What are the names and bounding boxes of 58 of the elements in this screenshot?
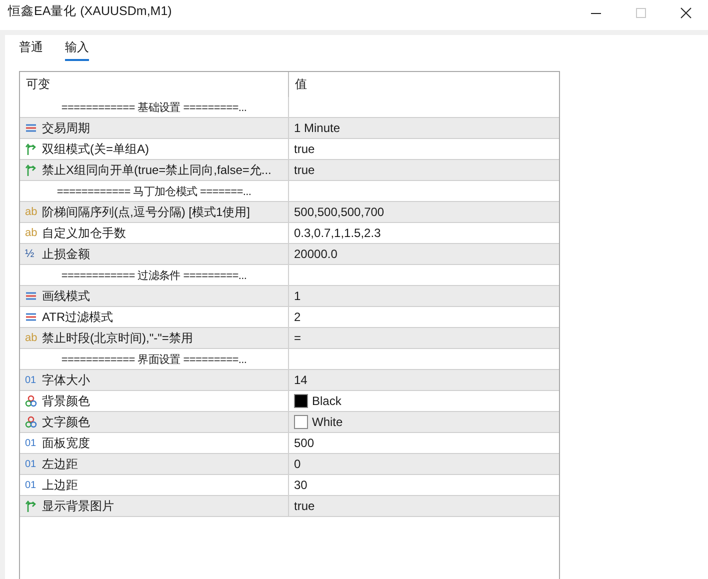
type-icon: ab	[25, 206, 37, 218]
section-header: ============ 过滤条件 =========...	[61, 268, 247, 282]
branch-arrow-icon	[25, 164, 37, 176]
parameter-name: 自定义加仓手数	[42, 224, 126, 242]
parameter-value[interactable]: Black	[312, 394, 342, 408]
type-icon: 01	[25, 374, 37, 386]
window-title: 恒鑫EA量化 (XAUUSDm,M1)	[8, 3, 172, 20]
parameter-value[interactable]: 0	[294, 457, 301, 471]
parameter-value[interactable]: true	[294, 142, 315, 156]
parameter-name: 左边距	[42, 456, 78, 472]
parameter-name: 阶梯间隔序列(点,逗号分隔) [模式1使用]	[42, 204, 250, 220]
type-icon: 01	[25, 480, 37, 490]
parameter-name: 双组模式(关=单组A)	[42, 140, 150, 158]
parameter-name: 字体大小	[42, 372, 90, 388]
parameter-name: 背景颜色	[42, 392, 90, 410]
color-circles-icon	[25, 416, 37, 428]
parameter-name: 文字颜色	[42, 414, 90, 430]
parameter-name: 禁止X组同向开单(true=禁止同向,false=允...	[42, 162, 272, 178]
type-icon: ½	[25, 248, 37, 260]
parameter-value[interactable]: true	[294, 499, 315, 513]
parameter-value[interactable]: =	[294, 331, 302, 345]
type-icon: ab	[25, 227, 37, 239]
parameter-value[interactable]: true	[294, 163, 315, 177]
parameter-name: 面板宽度	[42, 434, 90, 452]
type-icon: ab	[25, 332, 37, 344]
parameter-value[interactable]: 0.3,0.7,1,1.5,2.3	[294, 226, 381, 240]
parameter-value[interactable]: 500,500,500,700	[294, 205, 384, 219]
parameter-value[interactable]: 2	[294, 310, 301, 324]
parameter-value[interactable]: 20000.0	[294, 247, 338, 261]
parameter-name: 上边距	[42, 476, 78, 494]
parameter-value[interactable]: 14	[294, 373, 308, 387]
section-header: ============ 基础设置 =========...	[61, 100, 247, 114]
parameter-value[interactable]: 1	[294, 289, 301, 303]
parameter-name: 交易周期	[42, 120, 90, 136]
parameter-value[interactable]: White	[312, 415, 343, 429]
parameter-name: 止损金额	[42, 246, 90, 262]
parameter-value[interactable]: 500	[294, 436, 314, 450]
column-header[interactable]: 值	[289, 72, 559, 97]
close-icon[interactable]	[680, 7, 692, 19]
column-header[interactable]: 可变	[20, 72, 289, 97]
branch-arrow-icon	[25, 143, 37, 155]
parameter-value[interactable]: 30	[294, 478, 308, 492]
tab[interactable]: 普通	[19, 39, 43, 61]
color-circles-icon	[25, 395, 37, 407]
parameter-name: 显示背景图片	[42, 498, 114, 514]
parameter-name: ATR过滤模式	[42, 308, 114, 326]
type-icon: 01	[25, 438, 37, 448]
list-icon	[25, 290, 37, 302]
section-header: ============ 界面设置 =========...	[61, 352, 247, 366]
list-icon	[25, 311, 37, 323]
type-icon: 01	[25, 458, 37, 470]
list-icon	[25, 122, 37, 134]
branch-arrow-icon	[25, 500, 37, 512]
section-header: ============ 马丁加仓模式 =======...	[56, 184, 252, 198]
parameter-value[interactable]: 1 Minute	[294, 121, 340, 135]
parameter-name: 画线模式	[42, 288, 90, 304]
parameter-name: 禁止时段(北京时间),"-"=禁用	[42, 330, 193, 346]
tab[interactable]: 输入	[65, 39, 89, 61]
